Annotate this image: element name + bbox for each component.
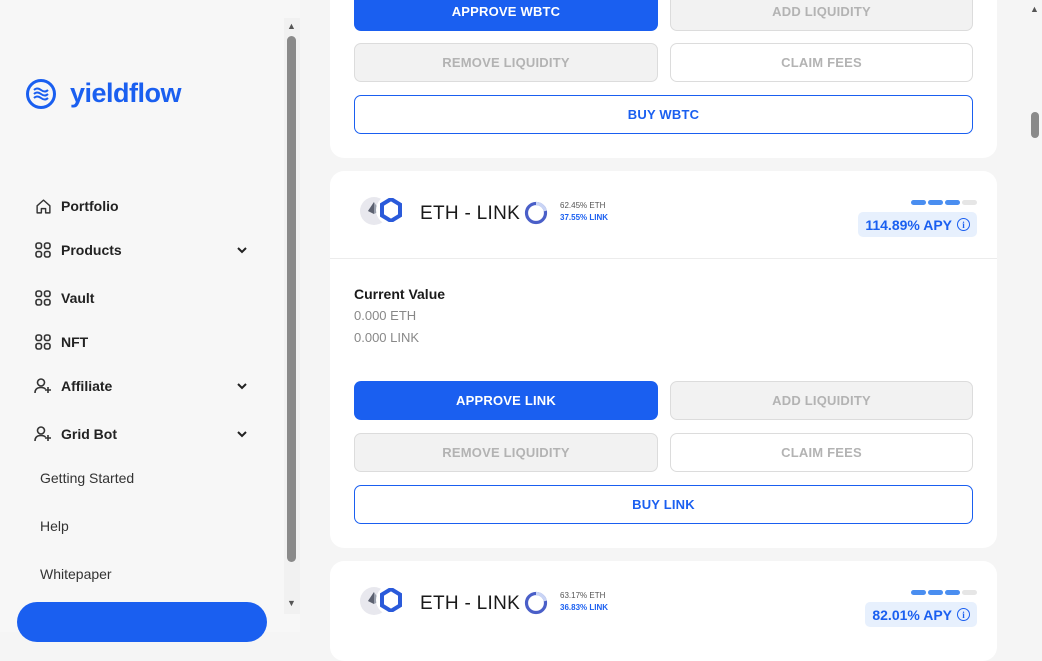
sidebar-link-help[interactable]: Help xyxy=(40,518,69,534)
add-liquidity-button[interactable]: ADD LIQUIDITY xyxy=(670,381,973,420)
sidebar-item-label: Products xyxy=(61,242,122,258)
token-pair-icons xyxy=(360,585,406,617)
scroll-up-arrow-icon[interactable]: ▲ xyxy=(287,21,296,31)
sidebar: yieldflow Portfolio Products Vault NFT A… xyxy=(0,0,300,642)
sidebar-scrollbar-thumb[interactable] xyxy=(287,36,296,562)
pool-ratio: 62.45% ETH 37.55% LINK xyxy=(560,200,608,224)
sidebar-bottom-button[interactable] xyxy=(17,602,267,642)
ratio-ring-icon xyxy=(524,591,548,615)
grid-icon xyxy=(34,289,52,307)
add-liquidity-button[interactable]: ADD LIQUIDITY xyxy=(670,0,973,31)
page-scrollbar-thumb[interactable] xyxy=(1031,112,1039,138)
ratio-eth: 63.17% ETH xyxy=(560,591,606,600)
sidebar-link-getting-started[interactable]: Getting Started xyxy=(40,470,134,486)
sidebar-item-label: NFT xyxy=(61,334,89,350)
ratio-ring-icon xyxy=(524,201,548,225)
claim-fees-button[interactable]: CLAIM FEES xyxy=(670,43,973,82)
apy-value: 114.89% APY xyxy=(865,216,952,233)
info-icon[interactable]: i xyxy=(957,608,970,621)
risk-bar xyxy=(962,200,977,205)
logo[interactable]: yieldflow xyxy=(26,78,182,109)
ratio-link: 36.83% LINK xyxy=(560,603,609,612)
info-icon[interactable]: i xyxy=(957,218,970,231)
grid-icon xyxy=(34,333,52,351)
pool-pair-name: ETH - LINK xyxy=(420,593,521,614)
sidebar-item-products[interactable]: Products xyxy=(34,237,248,263)
current-value-eth: 0.000 ETH xyxy=(354,308,417,323)
pool-header: ETH - LINK 63.17% ETH 36.83% LINK 82.01%… xyxy=(330,561,997,649)
current-value-title: Current Value xyxy=(354,286,446,302)
sidebar-item-label: Grid Bot xyxy=(61,426,117,442)
sidebar-item-nft[interactable]: NFT xyxy=(34,329,248,355)
sidebar-item-vault[interactable]: Vault xyxy=(34,285,248,311)
scroll-down-arrow-icon[interactable]: ▼ xyxy=(287,598,296,608)
chevron-down-icon[interactable] xyxy=(236,378,248,394)
pool-header: ETH - LINK 62.45% ETH 37.55% LINK 114.89… xyxy=(330,171,997,259)
risk-bar xyxy=(911,590,926,595)
ratio-eth: 62.45% ETH xyxy=(560,201,606,210)
risk-level-bars xyxy=(911,200,977,205)
chevron-down-icon[interactable] xyxy=(236,426,248,442)
approve-link-button[interactable]: APPROVE LINK xyxy=(354,381,658,420)
remove-liquidity-button[interactable]: REMOVE LIQUIDITY xyxy=(354,43,658,82)
risk-level-bars xyxy=(911,590,977,595)
ratio-link: 37.55% LINK xyxy=(560,213,609,222)
approve-wbtc-button[interactable]: APPROVE WBTC xyxy=(354,0,658,31)
sidebar-item-label: Portfolio xyxy=(61,198,119,214)
sidebar-item-affiliate[interactable]: Affiliate xyxy=(34,373,248,399)
token-pair-icons xyxy=(360,195,406,227)
sidebar-item-label: Affiliate xyxy=(61,378,113,394)
risk-bar xyxy=(945,590,960,595)
risk-bar xyxy=(911,200,926,205)
risk-bar xyxy=(928,590,943,595)
buy-wbtc-button[interactable]: BUY WBTC xyxy=(354,95,973,134)
home-icon xyxy=(34,197,52,215)
grid-icon xyxy=(34,241,52,259)
page-scroll-up-arrow-icon[interactable]: ▲ xyxy=(1030,4,1039,14)
risk-bar xyxy=(962,590,977,595)
brand-name: yieldflow xyxy=(70,78,182,108)
yieldflow-logo-icon xyxy=(26,78,56,109)
apy-value: 82.01% APY xyxy=(872,606,952,623)
sidebar-item-label: Vault xyxy=(61,290,95,306)
chevron-down-icon[interactable] xyxy=(236,242,248,258)
sidebar-item-portfolio[interactable]: Portfolio xyxy=(34,193,248,219)
current-value-link: 0.000 LINK xyxy=(354,330,420,345)
pool-ratio: 63.17% ETH 36.83% LINK xyxy=(560,590,608,614)
main-content: APPROVE WBTC ADD LIQUIDITY REMOVE LIQUID… xyxy=(302,0,1024,661)
claim-fees-button[interactable]: CLAIM FEES xyxy=(670,433,973,472)
risk-bar xyxy=(945,200,960,205)
link-icon xyxy=(376,195,406,225)
sidebar-link-whitepaper[interactable]: Whitepaper xyxy=(40,566,112,582)
link-icon xyxy=(376,585,406,615)
pool-pair-name: ETH - LINK xyxy=(420,203,521,224)
remove-liquidity-button[interactable]: REMOVE LIQUIDITY xyxy=(354,433,658,472)
user-plus-icon xyxy=(34,425,52,443)
buy-link-button[interactable]: BUY LINK xyxy=(354,485,973,524)
risk-bar xyxy=(928,200,943,205)
user-plus-icon xyxy=(34,377,52,395)
apy-badge[interactable]: 114.89% APY i xyxy=(858,212,977,237)
apy-badge[interactable]: 82.01% APY i xyxy=(865,602,977,627)
sidebar-item-grid-bot[interactable]: Grid Bot xyxy=(34,421,248,447)
